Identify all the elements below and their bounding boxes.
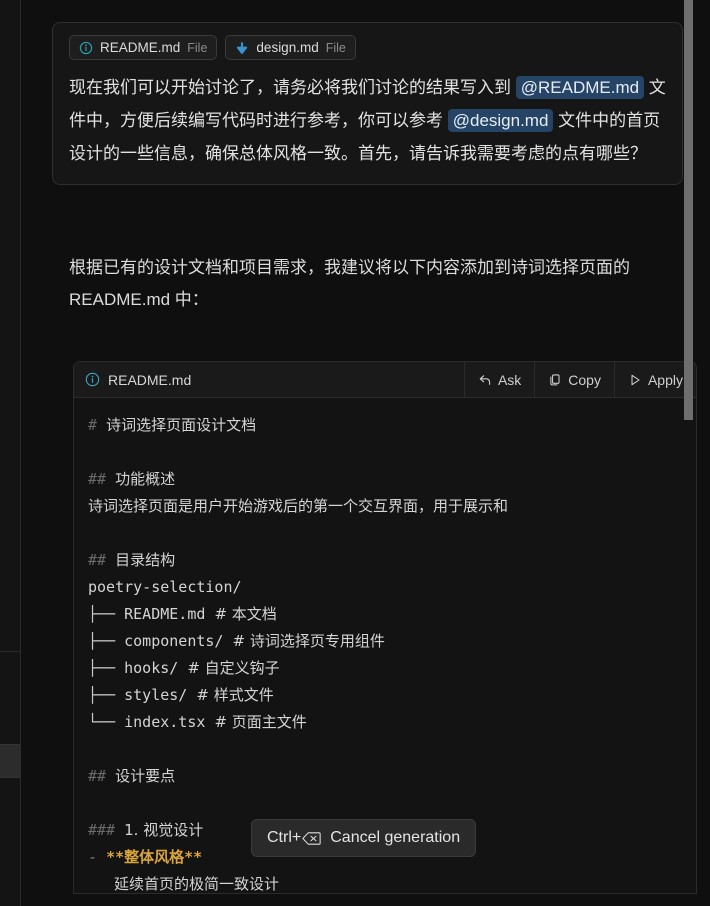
tree-node-comment: # 自定义钩子 <box>187 659 280 677</box>
play-triangle-icon <box>628 373 642 387</box>
cancel-shortcut-text: Ctrl+ <box>267 829 302 846</box>
cancel-shortcut: Ctrl+ <box>267 829 321 847</box>
tree-node-name: hooks/ <box>124 659 188 677</box>
code-line-text: 延续首页的极简一致设计 <box>114 875 280 893</box>
user-prompt-card[interactable]: README.md File design.md File 现在我们可以开始讨论… <box>52 22 683 185</box>
code-line-text: poetry-selection/ <box>88 578 242 596</box>
editor-highlighted-line <box>0 745 20 777</box>
context-chip-kind: File <box>187 40 208 55</box>
context-chip-row: README.md File design.md File <box>69 35 666 60</box>
code-block-title: README.md <box>74 372 464 388</box>
md-hash-marker: ## <box>88 470 116 488</box>
tree-branch: ├── <box>88 605 125 623</box>
chat-scrollbar-thumb[interactable] <box>684 0 693 420</box>
info-circle-icon <box>79 41 93 55</box>
context-chip-kind: File <box>325 40 346 55</box>
tree-node-name: README.md <box>124 605 215 623</box>
code-line-text: 功能概述 <box>115 470 176 488</box>
arrow-reply-icon <box>478 373 492 387</box>
tree-node-comment: # 本文档 <box>214 605 277 623</box>
md-hash-marker: ## <box>88 767 116 785</box>
code-line-heading: ## 目录结构 <box>74 547 696 574</box>
md-bold-marker: ** <box>106 848 125 866</box>
info-circle-icon <box>85 372 100 387</box>
code-line-text: 目录结构 <box>115 551 176 569</box>
ask-button-label: Ask <box>497 371 522 388</box>
code-line-heading: ## 设计要点 <box>74 763 696 790</box>
assistant-paragraph: 根据已有的设计文档和项目需求，我建议将以下内容添加到诗词选择页面的 README… <box>69 258 630 309</box>
tree-node-name: components/ <box>124 632 233 650</box>
tree-node-comment: # 样式文件 <box>196 686 274 704</box>
prompt-segment-text: 现在我们可以开始讨论了，请务必将我们讨论的结果写入到 <box>69 78 516 97</box>
app-root: README.md File design.md File 现在我们可以开始讨论… <box>0 0 710 906</box>
code-line-text: 诗词选择页面是用户开始游戏后的第一个交互界面，用于展示和 <box>88 497 509 515</box>
code-line-tree: ├── README.md # 本文档 <box>74 601 696 628</box>
editor-highlight-bottom-border <box>0 777 20 778</box>
cancel-generation-label: Cancel generation <box>330 829 461 846</box>
code-line-partial: 延续首页的极简一致设计 <box>74 871 696 893</box>
md-hash-marker: # <box>88 416 107 434</box>
tree-branch: ├── <box>88 632 125 650</box>
code-line-tree: ├── components/ # 诗词选择页专用组件 <box>74 628 696 655</box>
code-block-actions: Ask Copy Apply <box>463 362 696 398</box>
code-line-text: 设计要点 <box>115 767 176 785</box>
code-line-heading: ## 功能概述 <box>74 466 696 493</box>
tree-node-name: styles/ <box>124 686 197 704</box>
editor-sliver <box>0 0 20 906</box>
user-prompt-text: 现在我们可以开始讨论了，请务必将我们讨论的结果写入到 @README.md 文件… <box>69 71 666 170</box>
mention-readme[interactable]: @README.md <box>515 76 645 99</box>
copy-button-label: Copy <box>568 371 601 388</box>
code-line-text: 1. 视觉设计 <box>124 821 204 839</box>
code-block-card: README.md Ask Copy Apply # 诗词选择页面设计文档 ##… <box>73 361 697 894</box>
cancel-generation-tooltip[interactable]: Ctrl+ Cancel generation <box>251 819 477 857</box>
tree-branch: ├── <box>88 686 125 704</box>
context-chip-design[interactable]: design.md File <box>225 35 356 60</box>
code-block-header: README.md Ask Copy Apply <box>74 362 696 398</box>
backspace-key-icon <box>302 831 321 846</box>
ask-button[interactable]: Ask <box>463 362 534 398</box>
mention-design[interactable]: @design.md <box>447 109 554 132</box>
context-chip-label: README.md <box>100 40 181 55</box>
code-line-plain: poetry-selection/ <box>74 574 696 601</box>
tree-node-comment: # 页面主文件 <box>214 713 307 731</box>
arrow-down-icon <box>235 41 249 55</box>
md-hash-marker: ## <box>88 551 116 569</box>
copy-icon <box>548 373 562 387</box>
chat-panel: README.md File design.md File 现在我们可以开始讨论… <box>21 0 697 906</box>
code-line-heading: # 诗词选择页面设计文档 <box>74 412 696 439</box>
chat-scrollbar-track[interactable] <box>684 0 697 906</box>
copy-button[interactable]: Copy <box>534 362 614 398</box>
code-line-tree: ├── hooks/ # 自定义钩子 <box>74 655 696 682</box>
code-line-text: 整体风格 <box>124 848 185 866</box>
code-line-plain: 诗词选择页面是用户开始游戏后的第一个交互界面，用于展示和 <box>74 493 696 520</box>
code-line-text: 诗词选择页面设计文档 <box>106 416 257 434</box>
editor-sliver-divider <box>0 651 20 652</box>
md-hash-marker: ### <box>88 821 125 839</box>
tree-node-comment: # 诗词选择页专用组件 <box>232 632 385 650</box>
code-line-tree: └── index.tsx # 页面主文件 <box>74 709 696 736</box>
code-line-tree: ├── styles/ # 样式文件 <box>74 682 696 709</box>
context-chip-label: design.md <box>256 40 319 55</box>
code-block-filename: README.md <box>108 371 192 388</box>
context-chip-readme[interactable]: README.md File <box>69 35 218 60</box>
editor-sliver-upper <box>0 0 20 652</box>
apply-button-label: Apply <box>647 371 683 388</box>
tree-node-name: index.tsx <box>124 713 215 731</box>
tree-branch: ├── <box>88 659 125 677</box>
tree-branch: └── <box>88 713 125 731</box>
md-bold-marker: ** <box>184 848 203 866</box>
bullet-dash: - <box>88 848 107 866</box>
